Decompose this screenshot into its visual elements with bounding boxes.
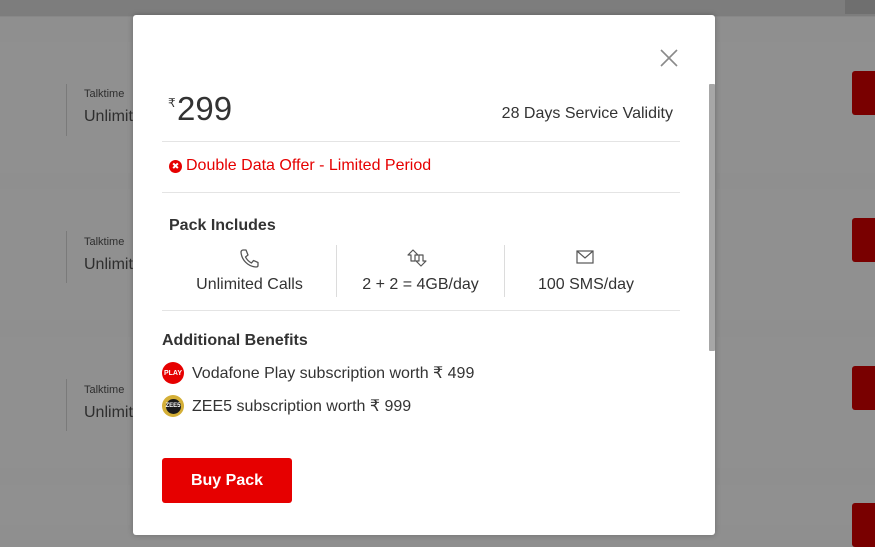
benefit-label: ZEE5 subscription worth ₹ 999 xyxy=(192,398,412,415)
background-buy-button[interactable] xyxy=(852,366,875,410)
background-buy-button[interactable] xyxy=(852,503,875,547)
phone-icon xyxy=(240,249,259,268)
divider xyxy=(162,141,680,142)
close-icon[interactable] xyxy=(658,47,680,69)
benefit-zee5: ZEE5 ZEE5 subscription worth ₹ 999 xyxy=(162,395,411,417)
pack-item-calls: Unlimited Calls xyxy=(196,276,303,293)
background-talktime-label: Talktime xyxy=(84,384,125,396)
pack-includes-title: Pack Includes xyxy=(169,217,276,234)
price-amount: 299 xyxy=(177,90,233,127)
pack-item-data: 2 + 2 = 4GB/day xyxy=(362,276,479,293)
background-header-corner xyxy=(845,0,875,14)
vodafone-play-logo: PLAY xyxy=(162,362,184,384)
zee5-logo-text: ZEE5 xyxy=(165,398,181,414)
envelope-icon xyxy=(576,250,594,264)
price-currency: ₹ xyxy=(168,96,176,110)
zee5-logo: ZEE5 xyxy=(162,395,184,417)
service-validity: 28 Days Service Validity xyxy=(501,105,673,122)
background-buy-button[interactable] xyxy=(852,71,875,115)
offer-text: Double Data Offer - Limited Period xyxy=(186,157,432,174)
offer-badge-icon: ✖ xyxy=(169,159,182,173)
additional-benefits-title: Additional Benefits xyxy=(162,332,308,349)
pack-item-sms: 100 SMS/day xyxy=(537,276,635,293)
divider xyxy=(162,310,680,311)
data-arrows-icon xyxy=(407,249,427,267)
buy-pack-button[interactable]: Buy Pack xyxy=(162,458,292,503)
offer-banner: ✖ Double Data Offer - Limited Period xyxy=(169,157,431,175)
background-divider xyxy=(66,379,67,431)
benefit-vodafone-play: PLAY Vodafone Play subscription worth ₹ … xyxy=(162,362,474,384)
background-talktime-label: Talktime xyxy=(84,236,125,248)
benefit-label: Vodafone Play subscription worth ₹ 499 xyxy=(192,365,475,382)
modal-scrollbar[interactable] xyxy=(709,84,715,351)
divider xyxy=(162,192,680,193)
background-talktime-label: Talktime xyxy=(84,88,125,100)
background-buy-button[interactable] xyxy=(852,218,875,262)
background-divider xyxy=(66,231,67,283)
background-divider xyxy=(66,84,67,136)
